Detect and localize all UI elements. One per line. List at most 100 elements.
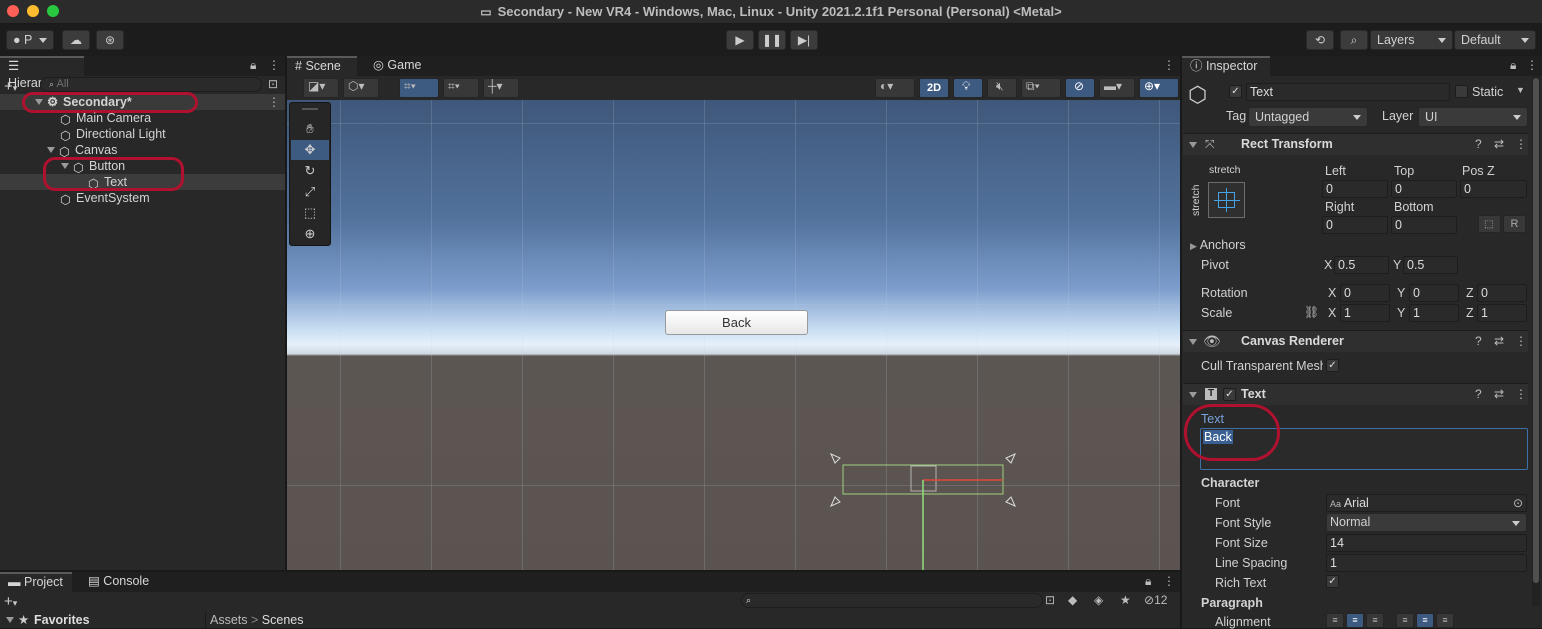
text-component-header[interactable]: T ✓ Text ? ⇄ ⋮ xyxy=(1183,383,1528,405)
scale-tool-button[interactable]: ⤢ xyxy=(291,182,329,202)
step-button[interactable]: ▶| xyxy=(790,30,818,50)
tab-inspector[interactable]: ⓘ Inspector xyxy=(1182,56,1270,76)
pivot-y-field[interactable]: 0.5 xyxy=(1403,256,1458,274)
hierarchy-item[interactable]: ⬡ EventSystem xyxy=(60,190,150,207)
more-menu-icon[interactable]: ⋮ xyxy=(1163,574,1175,588)
rect-transform-header[interactable]: ⤧ Rect Transform ? ⇄ ⋮ xyxy=(1183,133,1528,155)
static-dropdown-icon[interactable]: ▼ xyxy=(1516,85,1525,95)
help-icon[interactable]: ? xyxy=(1475,387,1482,401)
anchors-foldout[interactable]: ▶ Anchors xyxy=(1190,238,1246,252)
layout-dropdown[interactable]: Default xyxy=(1454,30,1536,50)
font-style-dropdown[interactable]: Normal xyxy=(1326,513,1527,532)
tab-hierarchy[interactable]: ☰ Hierarchy xyxy=(0,56,84,90)
presets-icon[interactable]: ⇄ xyxy=(1494,334,1504,348)
align-center-button[interactable]: ≡ xyxy=(1346,613,1364,628)
scale-x-field[interactable]: 1 xyxy=(1340,304,1390,322)
search-by-type-icon[interactable]: ⊡ xyxy=(1045,593,1055,607)
draw-mode-button[interactable]: ◪▾ xyxy=(303,78,339,98)
tab-project[interactable]: ▬ Project xyxy=(0,572,72,592)
align-top-button[interactable]: ≡ xyxy=(1396,613,1414,628)
hierarchy-item[interactable]: ⬡ Directional Light xyxy=(60,126,166,143)
hierarchy-search-input[interactable]: ⌕ All xyxy=(40,77,262,92)
scene-back-button[interactable]: Back xyxy=(665,310,808,335)
rotation-z-field[interactable]: 0 xyxy=(1477,284,1527,302)
grid-button[interactable]: ⌗▾ xyxy=(443,78,479,98)
text-enabled-checkbox[interactable]: ✓ xyxy=(1223,388,1236,401)
lighting-toggle[interactable]: 💡︎ xyxy=(953,78,983,98)
left-field[interactable]: 0 xyxy=(1322,180,1388,198)
line-spacing-field[interactable]: 1 xyxy=(1326,554,1527,572)
rect-tool-button[interactable]: ⬚ xyxy=(291,203,329,223)
grid-snap-button[interactable]: ⌗▾ xyxy=(399,78,439,98)
layer-dropdown[interactable]: UI xyxy=(1418,107,1528,127)
scale-z-field[interactable]: 1 xyxy=(1477,304,1527,322)
transform-tool-button[interactable]: ⊕ xyxy=(291,224,329,244)
pivot-button[interactable]: ⬡▾ xyxy=(343,78,379,98)
play-button[interactable]: ▶ xyxy=(726,30,754,50)
lock-icon[interactable]: 🔒︎ xyxy=(1145,574,1151,589)
presets-icon[interactable]: ⇄ xyxy=(1494,137,1504,151)
camera-button[interactable]: ▬▾ xyxy=(1099,78,1135,98)
rich-text-checkbox[interactable]: ✓ xyxy=(1326,575,1339,588)
2d-toggle-button[interactable]: 2D xyxy=(919,78,949,98)
help-icon[interactable]: ? xyxy=(1475,137,1482,151)
breadcrumb-assets[interactable]: Assets xyxy=(210,613,248,627)
favorites-label[interactable]: Favorites xyxy=(34,613,90,627)
shading-mode-button[interactable]: ◐▾ xyxy=(875,78,915,98)
label-icon[interactable]: ◈ xyxy=(1094,593,1103,607)
account-dropdown[interactable]: ● P xyxy=(6,30,54,50)
search-button[interactable]: ⌕ xyxy=(1340,30,1368,50)
tab-console[interactable]: ▤ Console xyxy=(80,572,157,592)
hierarchy-item[interactable]: ⬡ Main Camera xyxy=(60,110,151,127)
history-button[interactable]: ⟲ xyxy=(1306,30,1334,50)
hand-tool-button[interactable]: ✋︎ xyxy=(291,119,329,139)
align-right-button[interactable]: ≡ xyxy=(1366,613,1384,628)
more-menu-icon[interactable]: ⋮ xyxy=(1515,137,1527,151)
font-size-field[interactable]: 14 xyxy=(1326,534,1527,552)
top-field[interactable]: 0 xyxy=(1391,180,1457,198)
anchor-presets-button[interactable] xyxy=(1208,182,1245,218)
rotate-tool-button[interactable]: ↻ xyxy=(291,161,329,181)
align-middle-button[interactable]: ≡ xyxy=(1416,613,1434,628)
bottom-field[interactable]: 0 xyxy=(1391,216,1457,234)
inspector-scrollbar[interactable] xyxy=(1532,76,1540,606)
scrollbar-thumb[interactable] xyxy=(1533,78,1539,583)
tab-scene[interactable]: # Scene xyxy=(287,56,357,76)
create-button[interactable]: +▾ xyxy=(4,78,17,95)
project-search-input[interactable]: ⌕ xyxy=(741,593,1043,608)
scene-search-icon[interactable]: ⊡ xyxy=(268,77,278,91)
more-menu-icon[interactable]: ⋮ xyxy=(1515,387,1527,401)
more-menu-icon[interactable]: ⋮ xyxy=(1163,58,1175,72)
hidden-objects-toggle[interactable]: ⊘ xyxy=(1065,78,1095,98)
canvas-renderer-header[interactable]: 👁︎ Canvas Renderer ? ⇄ ⋮ xyxy=(1183,330,1528,352)
cull-transparent-checkbox[interactable]: ✓ xyxy=(1326,359,1339,372)
effects-button[interactable]: ⧉▾ xyxy=(1021,78,1061,98)
filter-type-icon[interactable]: ◆ xyxy=(1068,593,1077,607)
rect-gizmo[interactable] xyxy=(827,450,1027,570)
posz-field[interactable]: 0 xyxy=(1460,180,1527,198)
layers-dropdown[interactable]: Layers xyxy=(1370,30,1453,50)
breadcrumb-scenes[interactable]: Scenes xyxy=(262,613,304,627)
scene-menu-icon[interactable]: ⋮ xyxy=(268,94,280,110)
constrain-link-icon[interactable]: ⛓ xyxy=(1304,305,1319,319)
favorite-star-icon[interactable]: ★ xyxy=(1120,593,1131,607)
rotation-x-field[interactable]: 0 xyxy=(1340,284,1390,302)
lock-icon[interactable]: 🔒︎ xyxy=(1510,58,1516,73)
right-field[interactable]: 0 xyxy=(1322,216,1388,234)
more-menu-icon[interactable]: ⋮ xyxy=(268,58,280,72)
object-picker-icon[interactable]: ⊙ xyxy=(1513,495,1523,511)
more-menu-icon[interactable]: ⋮ xyxy=(1515,334,1527,348)
active-checkbox[interactable]: ✓ xyxy=(1229,85,1242,98)
scale-y-field[interactable]: 1 xyxy=(1409,304,1459,322)
lock-icon[interactable]: 🔒︎ xyxy=(250,58,256,73)
help-icon[interactable]: ? xyxy=(1475,334,1482,348)
blueprint-mode-button[interactable]: ⬚ xyxy=(1478,215,1501,233)
create-asset-button[interactable]: +▾ xyxy=(4,593,17,610)
pause-button[interactable]: ❚❚ xyxy=(758,30,786,50)
tab-game[interactable]: ◎ Game xyxy=(365,56,429,76)
gizmos-button[interactable]: ⊕▾ xyxy=(1139,78,1179,98)
hidden-packages-button[interactable]: ⊘12 xyxy=(1144,593,1167,607)
static-checkbox[interactable] xyxy=(1455,85,1468,98)
object-name-field[interactable]: Text xyxy=(1246,83,1450,101)
increment-snap-button[interactable]: ┼▾ xyxy=(483,78,519,98)
